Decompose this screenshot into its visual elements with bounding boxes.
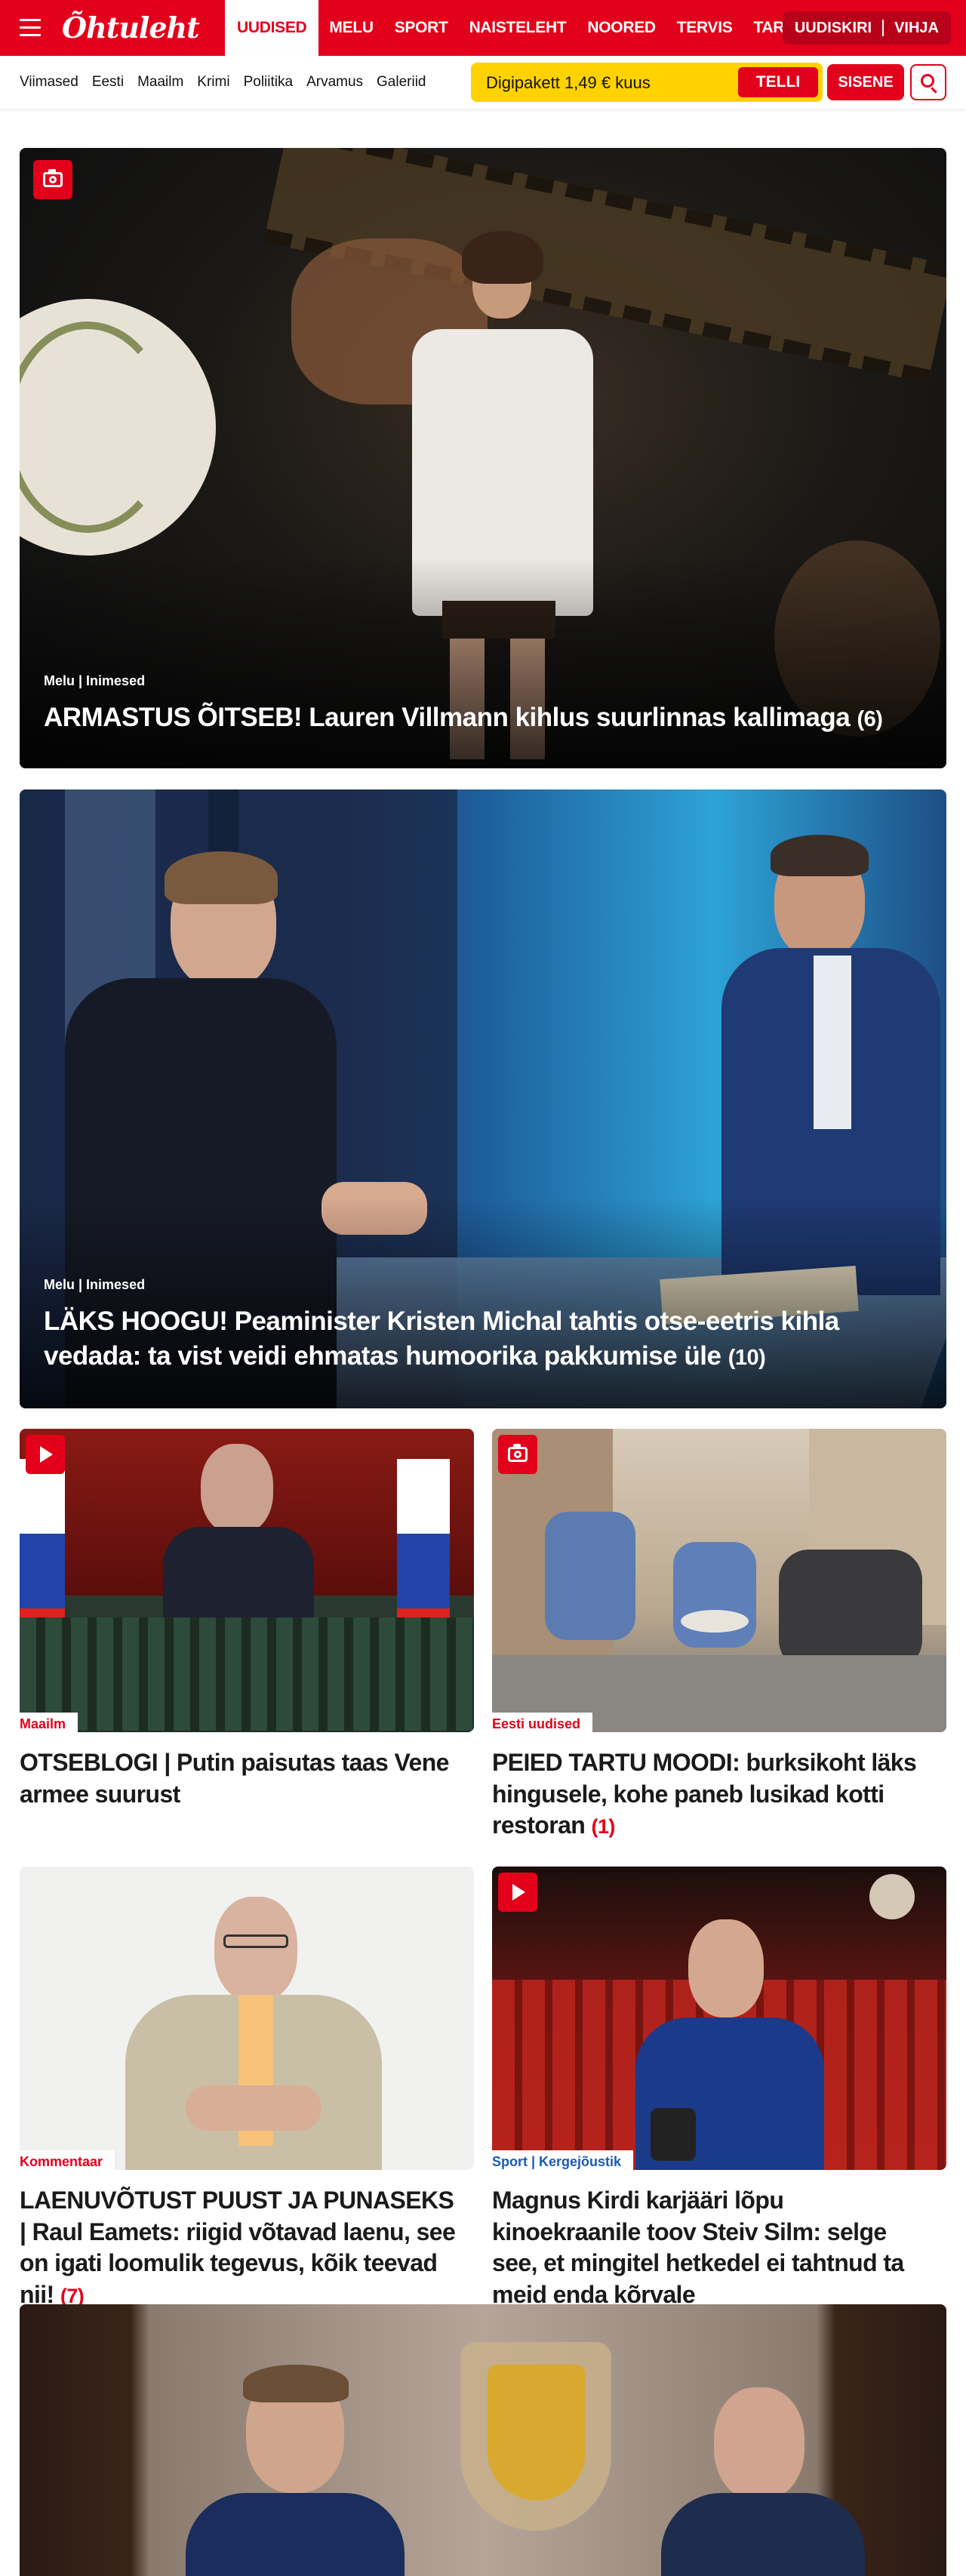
article-category: Melu | Inimesed [44,673,146,688]
play-icon [40,1446,53,1463]
video-badge [498,1873,537,1912]
subscription-promo[interactable]: Digipakett 1,49 € kuus TELLI [471,63,823,102]
article-category: Kommentaar [20,2150,115,2170]
image-overlay [20,557,946,768]
video-badge [26,1435,65,1474]
article-title[interactable]: LÄKS HOOGU! Peaminister Kristen Michal t… [44,1304,901,1373]
subnav-item-maailm[interactable]: Maailm [137,74,183,91]
tab-noored[interactable]: NOORED [577,0,666,56]
sign-in-button[interactable]: SISENE [827,64,904,100]
image-overlay [20,1197,946,1408]
article-title[interactable]: LAENUVÕTUST PUUST JA PUNASEKS | Raul Eam… [20,2185,465,2310]
top-right-links: UUDISKIRI VIHJA [782,11,951,45]
sub-navigation-bar: Viimased Eesti Maailm Krimi Poliitika Ar… [0,56,966,109]
site-logo[interactable]: Õhtuleht [62,11,200,45]
article-title[interactable]: OTSEBLOGI | Putin paisutas taas Vene arm… [20,1747,465,1810]
headline-text: OTSEBLOGI | Putin paisutas taas Vene arm… [20,1749,449,1808]
headline-text: ARMASTUS ÕITSEB! Lauren Villmann kihlus … [44,703,851,732]
gallery-badge [33,160,72,199]
camera-icon [43,169,63,187]
tab-naisteleht[interactable]: NAISTELEHT [459,0,577,56]
article-image [20,1429,474,1732]
tab-melu[interactable]: MELU [318,0,383,56]
headline-text: LÄKS HOOGU! Peaminister Kristen Michal t… [44,1306,839,1371]
comment-count: (1) [591,1815,616,1839]
article-category: Melu | Inimesed [44,1277,146,1292]
play-icon [512,1884,525,1900]
headline-text: Magnus Kirdi karjääri lõpu kinoekraanile… [492,2187,904,2308]
subnav-item-galeriid[interactable]: Galeriid [377,74,426,91]
subnav-item-poliitika[interactable]: Poliitika [244,74,293,91]
promo-text: Digipakett 1,49 € kuus [486,73,651,92]
article-title[interactable]: PEIED TARTU MOODI: burksikoht läks hingu… [492,1747,937,1842]
article-image [492,1429,946,1732]
gallery-badge [498,1435,537,1474]
search-icon[interactable] [910,64,946,100]
comment-count: (6) [857,707,883,731]
hero-article[interactable]: Melu | Inimesed ARMASTUS ÕITSEB! Lauren … [20,148,946,768]
comment-count: (10) [728,1345,766,1370]
subnav-item-krimi[interactable]: Krimi [197,74,229,91]
article-image [492,1867,946,2170]
headline-text: LAENUVÕTUST PUUST JA PUNASEKS | Raul Eam… [20,2187,456,2308]
hero-article[interactable]: Melu | Inimesed LÄKS HOOGU! Peaminister … [20,789,946,1408]
article-category: Maailm [20,1713,78,1732]
top-navigation-bar: Õhtuleht UUDISED MELU SPORT NAISTELEHT N… [0,0,966,56]
article-category: Eesti uudised [492,1713,593,1732]
tab-tervis[interactable]: TERVIS [666,0,743,56]
section-tabs: UUDISED MELU SPORT NAISTELEHT NOORED TER… [225,0,830,56]
subnav-links: Viimased Eesti Maailm Krimi Poliitika Ar… [20,56,426,109]
article-image [20,2304,946,2576]
tab-sport[interactable]: SPORT [384,0,459,56]
divider [882,20,884,36]
tab-uudised[interactable]: UUDISED [225,0,319,56]
article-title[interactable]: ARMASTUS ÕITSEB! Lauren Villmann kihlus … [44,700,901,735]
menu-icon[interactable] [20,19,41,37]
camera-icon [508,1444,528,1462]
subnav-item-viimased[interactable]: Viimased [20,74,78,91]
headline-text: PEIED TARTU MOODI: burksikoht läks hingu… [492,1749,917,1839]
hero-article[interactable] [20,2304,946,2576]
newsletter-link[interactable]: UUDISKIRI [795,20,872,37]
article-image [20,1867,474,2170]
tip-link[interactable]: VIHJA [894,20,939,37]
subnav-item-arvamus[interactable]: Arvamus [306,74,363,91]
subscribe-button[interactable]: TELLI [738,67,818,97]
article-title[interactable]: Magnus Kirdi karjääri lõpu kinoekraanile… [492,2185,937,2310]
article-category: Sport | Kergejõustik [492,2150,634,2170]
subnav-item-eesti[interactable]: Eesti [92,74,124,91]
